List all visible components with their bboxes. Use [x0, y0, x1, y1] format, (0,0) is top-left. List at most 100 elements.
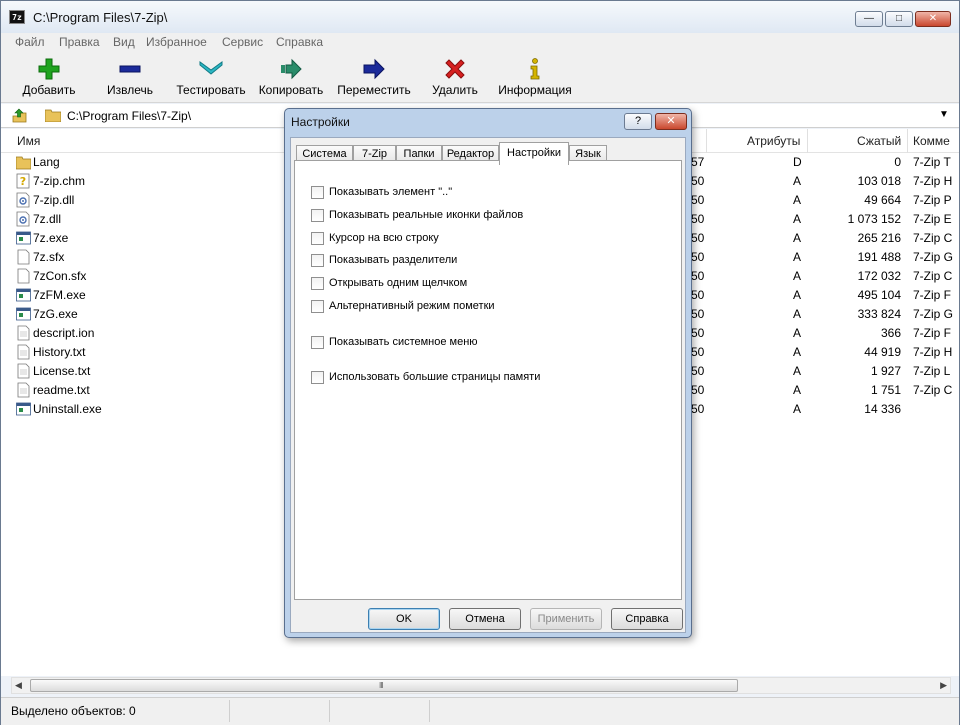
scroll-thumb[interactable]: III [30, 679, 738, 692]
file-attributes: A [793, 231, 802, 245]
maximize-button[interactable]: □ [885, 11, 913, 27]
address-path[interactable]: C:\Program Files\7-Zip\ [67, 109, 191, 123]
file-packed-size: 172 032 [857, 269, 901, 283]
checkbox[interactable] [311, 232, 324, 245]
exe-file-icon [16, 401, 31, 417]
file-packed-size: 1 073 152 [847, 212, 901, 226]
menu-file[interactable]: Файл [15, 35, 45, 49]
tab-settings[interactable]: Настройки [499, 142, 569, 165]
column-comment[interactable]: Комме [913, 134, 950, 148]
file-attributes: A [793, 326, 802, 340]
test-button-label: Тестировать [176, 83, 246, 97]
file-packed-size: 265 216 [857, 231, 901, 245]
exe-file-icon [16, 287, 31, 303]
maximize-icon: □ [895, 13, 903, 24]
option-label: Открывать одним щелчком [329, 277, 468, 289]
window-title: C:\Program Files\7-Zip\ [33, 10, 168, 25]
file-name: descript.ion [33, 326, 95, 340]
file-comment: 7-Zip E [913, 212, 952, 226]
file-name: 7z.dll [33, 212, 62, 226]
file-name: 7z.sfx [33, 250, 65, 264]
test-button[interactable]: Тестировать [175, 53, 247, 101]
file-comment: 7-Zip H [913, 345, 953, 359]
menu-tools[interactable]: Сервис [222, 35, 263, 49]
ok-button[interactable]: OK [368, 608, 440, 630]
close-button[interactable]: ✕ [915, 11, 951, 27]
toolbar: Добавить Извлечь Тестировать Копировать [1, 51, 959, 103]
column-attributes[interactable]: Атрибуты [747, 134, 800, 148]
folder-up-icon[interactable] [12, 108, 28, 124]
file-packed-size: 1 751 [870, 383, 901, 397]
file-modified: 50 [691, 383, 705, 397]
file-modified: 50 [691, 193, 705, 207]
address-dropdown-icon[interactable]: ▼ [939, 109, 949, 120]
file-packed-size: 495 104 [857, 288, 901, 302]
settings-tab-panel: Показывать элемент ".." Показывать реаль… [294, 160, 682, 600]
file-modified: 50 [691, 307, 705, 321]
menu-favorites[interactable]: Избранное [146, 35, 207, 49]
file-packed-size: 1 927 [870, 364, 901, 378]
menu-bar: Файл Правка Вид Избранное Сервис Справка [1, 33, 959, 51]
menu-view[interactable]: Вид [113, 35, 135, 49]
delete-button[interactable]: Удалить [425, 53, 485, 101]
file-modified: 50 [691, 402, 705, 416]
status-bar: Выделено объектов: 0 [1, 697, 959, 725]
checkbox[interactable] [311, 277, 324, 290]
dialog-help-button[interactable]: ? [624, 113, 652, 130]
info-icon [530, 58, 540, 80]
dll-file-icon [16, 211, 31, 227]
cancel-button[interactable]: Отмена [449, 608, 521, 630]
file-attributes: D [793, 155, 802, 169]
column-divider[interactable] [907, 129, 908, 153]
dialog-help-action-button[interactable]: Справка [611, 608, 683, 630]
file-attributes: A [793, 402, 802, 416]
file-comment: 7-Zip G [913, 250, 954, 264]
extract-button[interactable]: Извлечь [99, 53, 161, 101]
file-attributes: A [793, 193, 802, 207]
checkbox[interactable] [311, 209, 324, 222]
file-packed-size: 333 824 [857, 307, 901, 321]
file-comment: 7-Zip G [913, 307, 954, 321]
file-attributes: A [793, 269, 802, 283]
checkbox[interactable] [311, 186, 324, 199]
option-label: Курсор на всю строку [329, 232, 439, 244]
file-name: History.txt [33, 345, 86, 359]
checkbox[interactable] [311, 300, 324, 313]
info-button[interactable]: Информация [495, 53, 575, 101]
checkbox[interactable] [311, 336, 324, 349]
7zip-app-icon[interactable]: 7z [9, 10, 25, 24]
menu-edit[interactable]: Правка [59, 35, 100, 49]
dialog-close-button[interactable]: ✕ [655, 113, 687, 130]
file-packed-size: 191 488 [857, 250, 901, 264]
file-comment: 7-Zip F [913, 326, 952, 340]
file-name: 7-zip.chm [33, 174, 86, 188]
minimize-button[interactable]: — [855, 11, 883, 27]
scroll-left-icon[interactable]: ◀ [15, 680, 22, 691]
menu-help[interactable]: Справка [276, 35, 323, 49]
scroll-right-icon[interactable]: ▶ [940, 680, 947, 691]
file-attributes: A [793, 345, 802, 359]
option-label: Показывать реальные иконки файлов [329, 209, 524, 221]
horizontal-scrollbar[interactable]: ◀ III ▶ [11, 677, 951, 694]
file-comment: 7-Zip H [913, 174, 953, 188]
apply-button[interactable]: Применить [530, 608, 602, 630]
close-icon: ✕ [666, 115, 676, 127]
column-divider[interactable] [706, 129, 707, 153]
checkbox[interactable] [311, 254, 324, 267]
checkbox[interactable] [311, 371, 324, 384]
file-packed-size: 103 018 [857, 174, 901, 188]
move-button[interactable]: Переместить [335, 53, 413, 101]
file-comment: 7-Zip T [913, 155, 951, 169]
folder-icon [15, 154, 32, 170]
column-divider[interactable] [807, 129, 808, 153]
copy-button[interactable]: Копировать [255, 53, 327, 101]
add-button[interactable]: Добавить [15, 53, 83, 101]
file-name: 7zFM.exe [33, 288, 86, 302]
file-attributes: A [793, 250, 802, 264]
column-packed[interactable]: Сжатый [857, 134, 901, 148]
status-divider [229, 700, 230, 722]
text-file-icon [16, 344, 31, 360]
file-packed-size: 14 336 [864, 402, 901, 416]
column-name[interactable]: Имя [17, 134, 40, 148]
option-label: Альтернативный режим пометки [329, 300, 495, 312]
